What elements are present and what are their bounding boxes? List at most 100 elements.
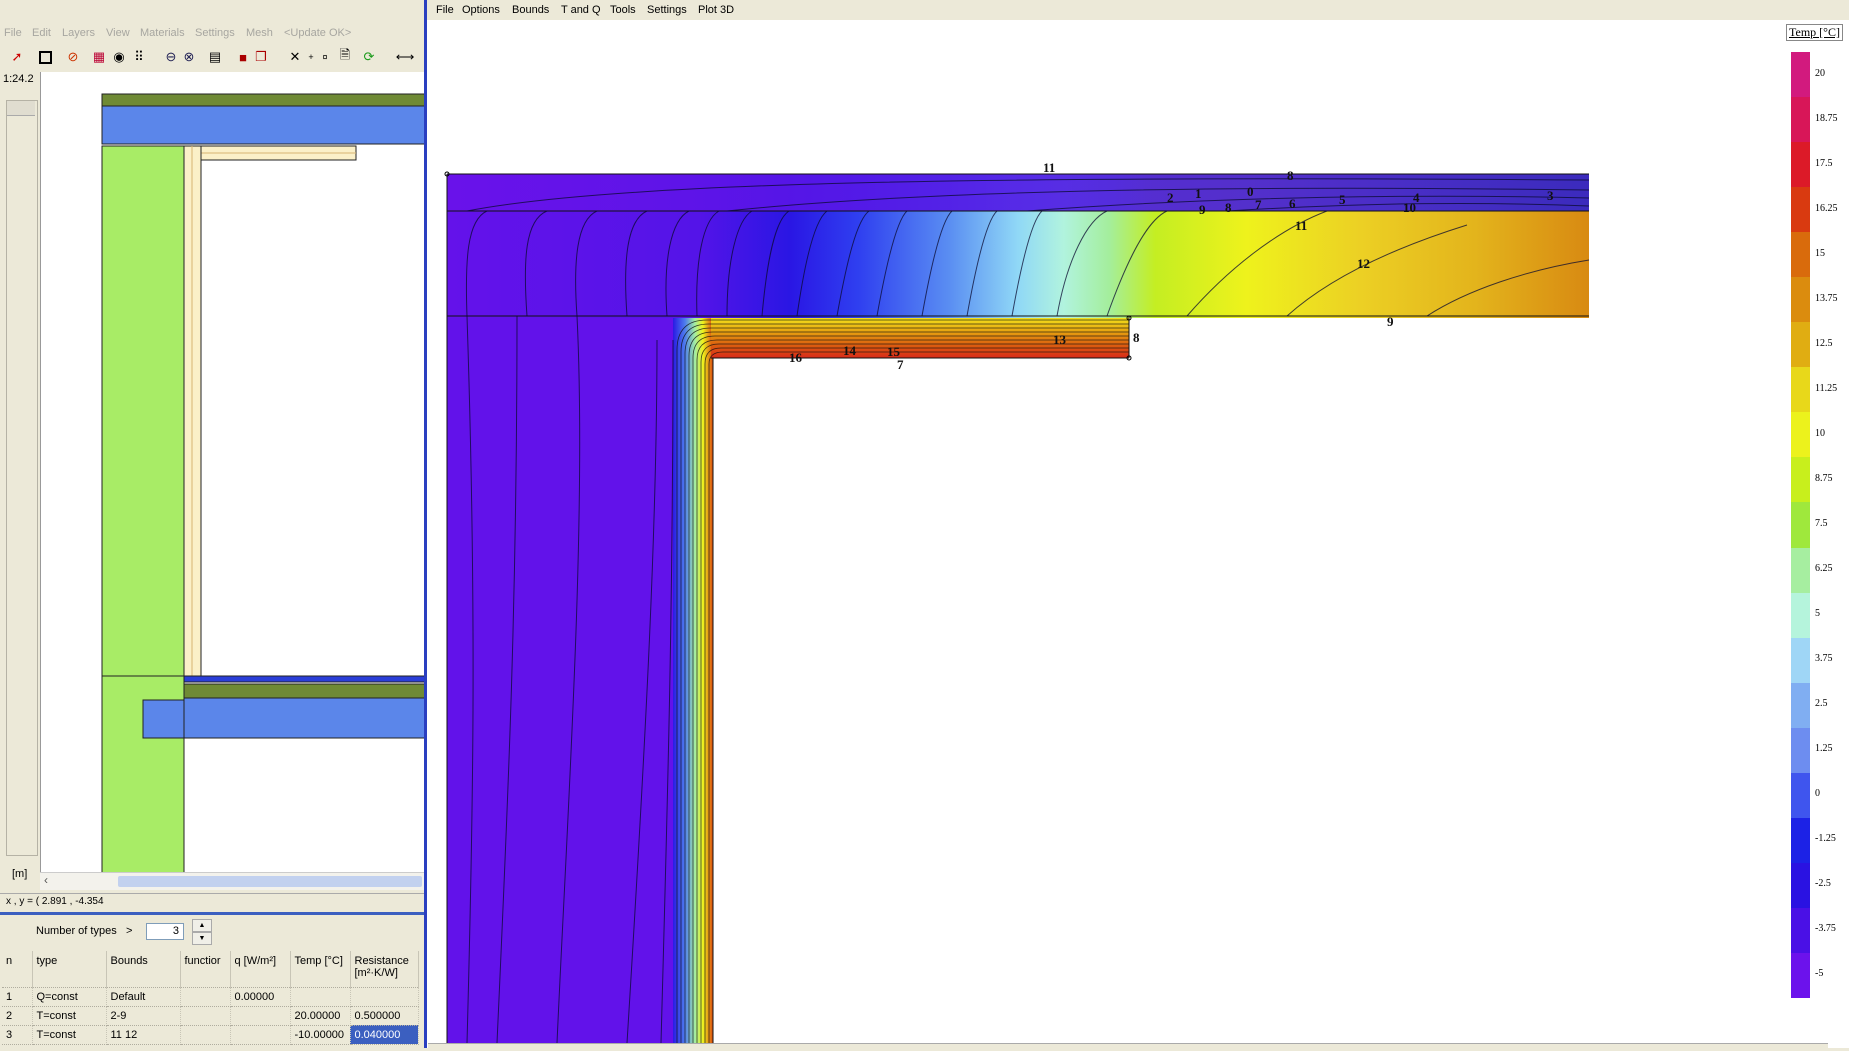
cell-type[interactable]: T=const (32, 1006, 107, 1026)
menu-bounds[interactable]: Bounds (512, 4, 549, 16)
menu-materials[interactable]: Materials (140, 27, 185, 39)
contour-label: 10 (1403, 200, 1416, 215)
cell-function[interactable] (180, 987, 231, 1007)
cell-resistance[interactable] (350, 987, 419, 1007)
no-entry-icon[interactable]: ⊘ (64, 48, 82, 66)
cell-q[interactable] (230, 1025, 291, 1045)
contour-label: 7 (897, 357, 904, 372)
legend-label: 11.25 (1815, 382, 1838, 394)
contour-label: 8 (1287, 168, 1294, 183)
floor-screed (183, 683, 425, 699)
legend-swatch (1791, 682, 1810, 729)
cell-bounds[interactable]: 11 12 (106, 1025, 181, 1045)
table-row[interactable]: 2 T=const 2-9 20.00000 0.500000 (2, 1006, 419, 1026)
horizontal-scrollbar[interactable]: ‹ (40, 872, 424, 890)
legend-label: 2.5 (1815, 698, 1828, 710)
select-arrow-icon[interactable]: ➚ (8, 48, 26, 66)
boundary-conditions-table: n type Bounds functior q [W/m²] Temp [°C… (2, 951, 419, 1045)
hide-icon[interactable]: ⊗ (180, 48, 198, 66)
node-icon[interactable]: ¤ (316, 48, 334, 66)
cell-temp[interactable]: -10.00000 (290, 1025, 351, 1045)
cell-bounds[interactable]: 2-9 (106, 1006, 181, 1026)
menu-settings[interactable]: Settings (195, 27, 235, 39)
legend-swatch (1791, 142, 1810, 188)
layer-back-icon[interactable]: ❐ (252, 48, 270, 66)
legend-label: -1.25 (1815, 833, 1836, 845)
legend-label: 20 (1815, 67, 1825, 79)
legend-title: Temp [°C] (1786, 24, 1843, 41)
cell-q[interactable]: 0.00000 (230, 987, 291, 1007)
contour-label: 6 (1289, 196, 1296, 211)
temperature-plot[interactable]: 11 8 2 1 0 9 8 7 6 5 4 3 10 11 12 9 8 13… (427, 20, 1849, 1044)
legend-label: 0 (1815, 788, 1820, 800)
cell-resistance-selected[interactable]: 0.040000 (350, 1025, 419, 1045)
vertical-ruler[interactable] (6, 100, 38, 856)
col-type: type (32, 951, 107, 988)
cell-function[interactable] (180, 1025, 231, 1045)
legend-label: 3.75 (1815, 653, 1833, 665)
menu-update-status[interactable]: <Update OK> (284, 27, 351, 39)
rectangle-icon[interactable] (36, 48, 54, 66)
cell-function[interactable] (180, 1006, 231, 1026)
cell-type[interactable]: Q=const (32, 987, 107, 1007)
col-temp: Temp [°C] (290, 951, 351, 988)
cell-temp[interactable] (290, 987, 351, 1007)
layer-front-icon[interactable]: ■ (234, 48, 252, 66)
legend-swatch (1791, 232, 1810, 278)
scroll-left-icon[interactable]: ‹ (44, 873, 48, 887)
legend-swatch (1791, 322, 1810, 368)
cell-temp[interactable]: 20.00000 (290, 1006, 351, 1026)
menu-mesh[interactable]: Mesh (246, 27, 273, 39)
editor-toolbar: ➚ ⊘ ▦ ◉ ⠿ ⊖ ⊗ ▤ ■ ❐ ✕ + ¤ 🗎 ⟳ ⟷ (0, 46, 424, 70)
menu-layers[interactable]: Layers (62, 27, 95, 39)
cell-bounds[interactable]: Default (106, 987, 181, 1007)
number-of-types-label: Number of types (36, 925, 117, 937)
table-row[interactable]: 1 Q=const Default 0.00000 (2, 987, 419, 1007)
menu-edit[interactable]: Edit (32, 27, 51, 39)
view-icon[interactable]: ⊖ (162, 48, 180, 66)
legend-label: 18.75 (1815, 112, 1838, 124)
scroll-thumb[interactable] (118, 876, 422, 887)
contour-label: 9 (1199, 202, 1206, 217)
boundary-conditions-panel: Number of types > 3 ▲ ▼ n type Bounds fu… (0, 912, 424, 1051)
isotherm-plot-svg: 11 8 2 1 0 9 8 7 6 5 4 3 10 11 12 9 8 13… (444, 160, 1849, 1044)
geometry-canvas[interactable] (40, 72, 425, 872)
menu-view[interactable]: View (106, 27, 130, 39)
geometry-editor-window: File Edit Layers View Materials Settings… (0, 0, 425, 1051)
contour-label: 11 (1043, 160, 1055, 175)
number-of-types-input[interactable]: 3 (146, 923, 184, 940)
legend-swatch (1791, 817, 1810, 864)
menu-plot-3d[interactable]: Plot 3D (698, 4, 734, 16)
editor-menubar: File Edit Layers View Materials Settings… (0, 27, 424, 43)
document-icon[interactable]: 🗎 (336, 47, 354, 66)
contour-label: 2 (1167, 190, 1174, 205)
legend-swatch (1791, 862, 1810, 909)
slab-edge (142, 699, 185, 739)
menu-settings[interactable]: Settings (647, 4, 687, 16)
materials-icon[interactable]: ◉ (110, 48, 128, 66)
spin-up-icon[interactable]: ▲ (192, 919, 212, 932)
dimension-icon[interactable]: ⟷ (396, 48, 415, 66)
menu-t-and-q[interactable]: T and Q (561, 4, 601, 16)
menu-options[interactable]: Options (462, 4, 500, 16)
cell-resistance[interactable]: 0.500000 (350, 1006, 419, 1026)
refresh-icon[interactable]: ⟳ (360, 48, 378, 66)
legend-label: 13.75 (1815, 292, 1838, 304)
number-of-types-arrow: > (126, 925, 133, 937)
contour-label: 9 (1387, 314, 1394, 329)
bottom-status-strip (428, 1043, 1828, 1049)
spin-down-icon[interactable]: ▼ (192, 932, 212, 945)
table-icon[interactable]: ▤ (206, 48, 224, 66)
contour-label: 14 (843, 343, 857, 358)
cell-type[interactable]: T=const (32, 1025, 107, 1045)
menu-file[interactable]: File (436, 4, 454, 16)
menu-tools[interactable]: Tools (610, 4, 636, 16)
legend-label: 10 (1815, 427, 1825, 439)
table-row[interactable]: 3 T=const 11 12 -10.00000 0.040000 (2, 1025, 419, 1045)
col-resistance: Resistance [m²·K/W] (350, 951, 419, 988)
contour-label: 5 (1339, 192, 1346, 207)
menu-file[interactable]: File (4, 27, 22, 39)
grid-icon[interactable]: ⠿ (130, 48, 148, 66)
layers-icon[interactable]: ▦ (90, 48, 108, 66)
cell-q[interactable] (230, 1006, 291, 1026)
